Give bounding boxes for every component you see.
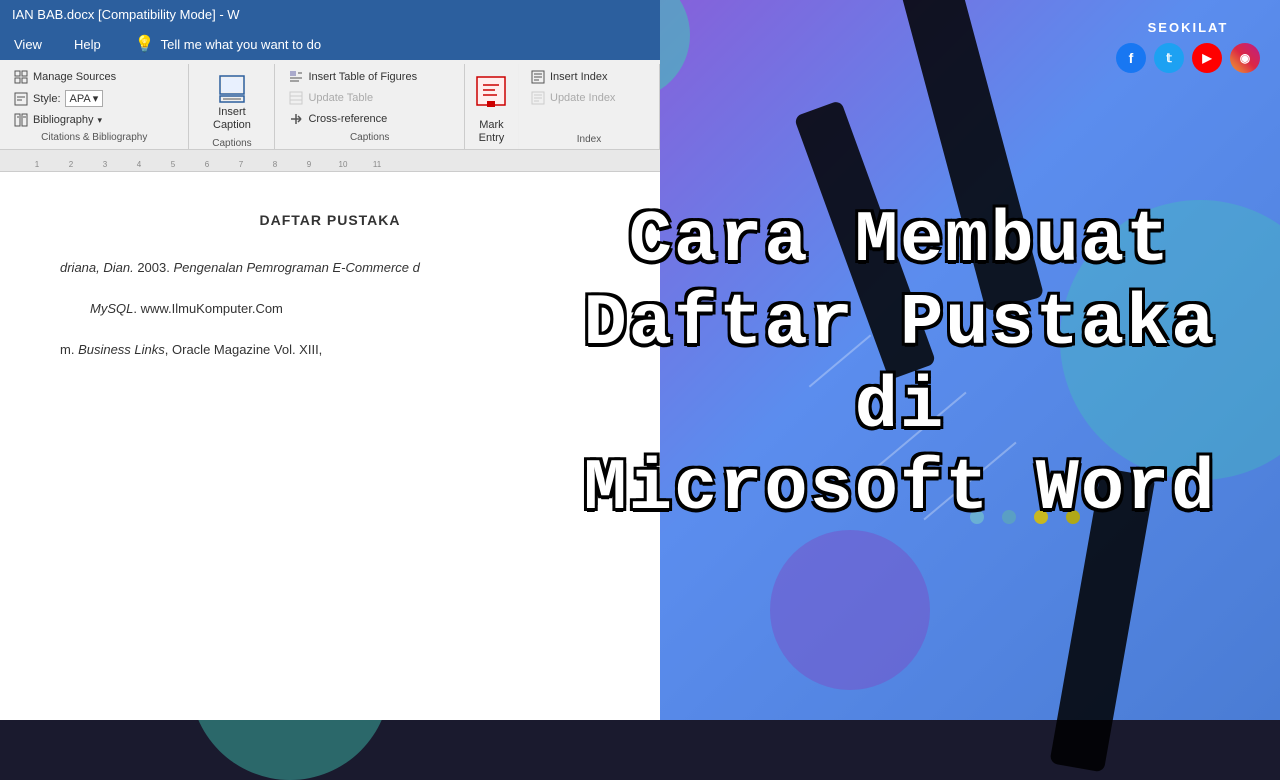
- citations-content: Manage Sources Style:: [10, 68, 178, 130]
- update-table-icon: [288, 90, 304, 106]
- captions-group-label: Captions: [285, 132, 453, 145]
- entry-1-subtitle: MySQL: [90, 301, 133, 316]
- ruler-4: 4: [122, 160, 156, 169]
- overlay-line1: Cara Membuat: [520, 200, 1280, 283]
- ribbon-inner: Manage Sources Style:: [0, 64, 660, 149]
- index-group-label: Index: [527, 134, 651, 145]
- ruler-marks: 1 2 3 4 5 6 7 8 9 10 11: [20, 150, 660, 171]
- ruler-3: 3: [88, 160, 122, 169]
- dropdown-arrow-icon: ▾: [93, 92, 99, 105]
- bibliography-arrow: ▾: [98, 115, 103, 126]
- ruler-6: 6: [190, 160, 224, 169]
- insert-caption-icon: [216, 72, 248, 104]
- citations-group-label: Citations & Bibliography: [10, 132, 178, 145]
- update-index-label: Update Index: [550, 92, 615, 104]
- style-dropdown[interactable]: APA ▾: [65, 90, 104, 107]
- menu-help[interactable]: Help: [68, 33, 107, 56]
- doc-heading: DAFTAR PUSTAKA: [60, 212, 600, 228]
- overlay-line3: Microsoft Word: [520, 448, 1280, 531]
- mark-entry-btn[interactable]: Mark Entry: [465, 64, 519, 149]
- cross-reference-label: Cross-reference: [308, 113, 387, 125]
- index-btns: Insert Index Update Index: [519, 64, 659, 149]
- menu-bar: View Help 💡 Tell me what you want to do: [0, 28, 660, 60]
- deco-circle-purple: [770, 530, 930, 690]
- twitter-icon[interactable]: 𝕥: [1154, 43, 1184, 73]
- insert-tof-icon: [288, 69, 304, 85]
- bibliography-icon: [13, 112, 29, 128]
- ruler-1: 1: [20, 160, 54, 169]
- style-value: APA: [70, 93, 91, 105]
- cross-ref-icon: [288, 111, 304, 127]
- bibliography-btn[interactable]: Bibliography ▾: [10, 111, 178, 129]
- ribbon: Manage Sources Style:: [0, 60, 660, 150]
- manage-sources-icon: [13, 69, 29, 85]
- overlay-text: Cara Membuat Daftar Pustaka di Microsoft…: [520, 200, 1280, 531]
- lightbulb-icon: 💡: [135, 34, 155, 54]
- tell-me-text: Tell me what you want to do: [161, 37, 321, 52]
- mark-entry-label: Mark Entry: [471, 119, 512, 145]
- insert-caption-label: InsertCaption: [213, 106, 251, 132]
- ruler-11: 11: [360, 160, 394, 169]
- update-index-icon: [530, 90, 546, 106]
- captions-group: Insert Table of Figures Update Table: [275, 64, 464, 149]
- window-title: IAN BAB.docx [Compatibility Mode] - W: [12, 7, 240, 22]
- doc-entry-1: driana, Dian. 2003. Pengenalan Pemrogram…: [60, 258, 600, 279]
- style-icon: [13, 91, 29, 107]
- citations-group: Manage Sources Style:: [0, 64, 189, 149]
- facebook-icon[interactable]: f: [1116, 43, 1146, 73]
- cross-reference-btn[interactable]: Cross-reference: [285, 110, 453, 128]
- entry-2-text: m. Business Links, Oracle Magazine Vol. …: [60, 342, 322, 357]
- menu-view[interactable]: View: [8, 33, 48, 56]
- update-index-btn[interactable]: Update Index: [527, 89, 651, 107]
- brand-area: SEOKILAT f 𝕥 ▶ ◉: [1116, 20, 1260, 73]
- overlay-line2: Daftar Pustaka di: [520, 283, 1280, 449]
- doc-entry-2: m. Business Links, Oracle Magazine Vol. …: [60, 340, 600, 361]
- caption-group: InsertCaption Captions: [189, 64, 275, 149]
- style-label: Style:: [33, 93, 61, 105]
- insert-index-btn[interactable]: Insert Index: [527, 68, 651, 86]
- index-section: Mark Entry Insert Index: [465, 64, 660, 149]
- captions-content: Insert Table of Figures Update Table: [285, 68, 453, 130]
- manage-sources-label: Manage Sources: [33, 71, 116, 83]
- title-bar: IAN BAB.docx [Compatibility Mode] - W: [0, 0, 660, 28]
- insert-table-of-figures-btn[interactable]: Insert Table of Figures: [285, 68, 453, 86]
- tell-me-area[interactable]: 💡 Tell me what you want to do: [135, 34, 321, 54]
- ruler-5: 5: [156, 160, 190, 169]
- update-table-btn[interactable]: Update Table: [285, 89, 453, 107]
- youtube-icon[interactable]: ▶: [1192, 43, 1222, 73]
- ruler-7: 7: [224, 160, 258, 169]
- ruler-2: 2: [54, 160, 88, 169]
- manage-sources-btn[interactable]: Manage Sources: [10, 68, 178, 86]
- insert-index-icon: [530, 69, 546, 85]
- social-icons: f 𝕥 ▶ ◉: [1116, 43, 1260, 73]
- ruler-8: 8: [258, 160, 292, 169]
- ruler: 1 2 3 4 5 6 7 8 9 10 11: [0, 150, 660, 172]
- insert-caption-btn[interactable]: InsertCaption: [205, 68, 259, 136]
- mark-entry-icon-area: [475, 68, 507, 119]
- ruler-9: 9: [292, 160, 326, 169]
- brand-name: SEOKILAT: [1148, 20, 1229, 35]
- update-table-label: Update Table: [308, 92, 373, 104]
- insert-tof-label: Insert Table of Figures: [308, 71, 417, 83]
- insert-index-label: Insert Index: [550, 71, 607, 83]
- style-row: Style: APA ▾: [10, 89, 178, 108]
- entry-1-author: driana, Dian.: [60, 260, 134, 275]
- instagram-icon[interactable]: ◉: [1230, 43, 1260, 73]
- entry-1-text: driana, Dian. 2003. Pengenalan Pemrogram…: [60, 260, 420, 275]
- entry-1-title: Pengenalan Pemrograman E-Commerce d: [173, 260, 419, 275]
- bibliography-label: Bibliography: [33, 114, 94, 126]
- ruler-10: 10: [326, 160, 360, 169]
